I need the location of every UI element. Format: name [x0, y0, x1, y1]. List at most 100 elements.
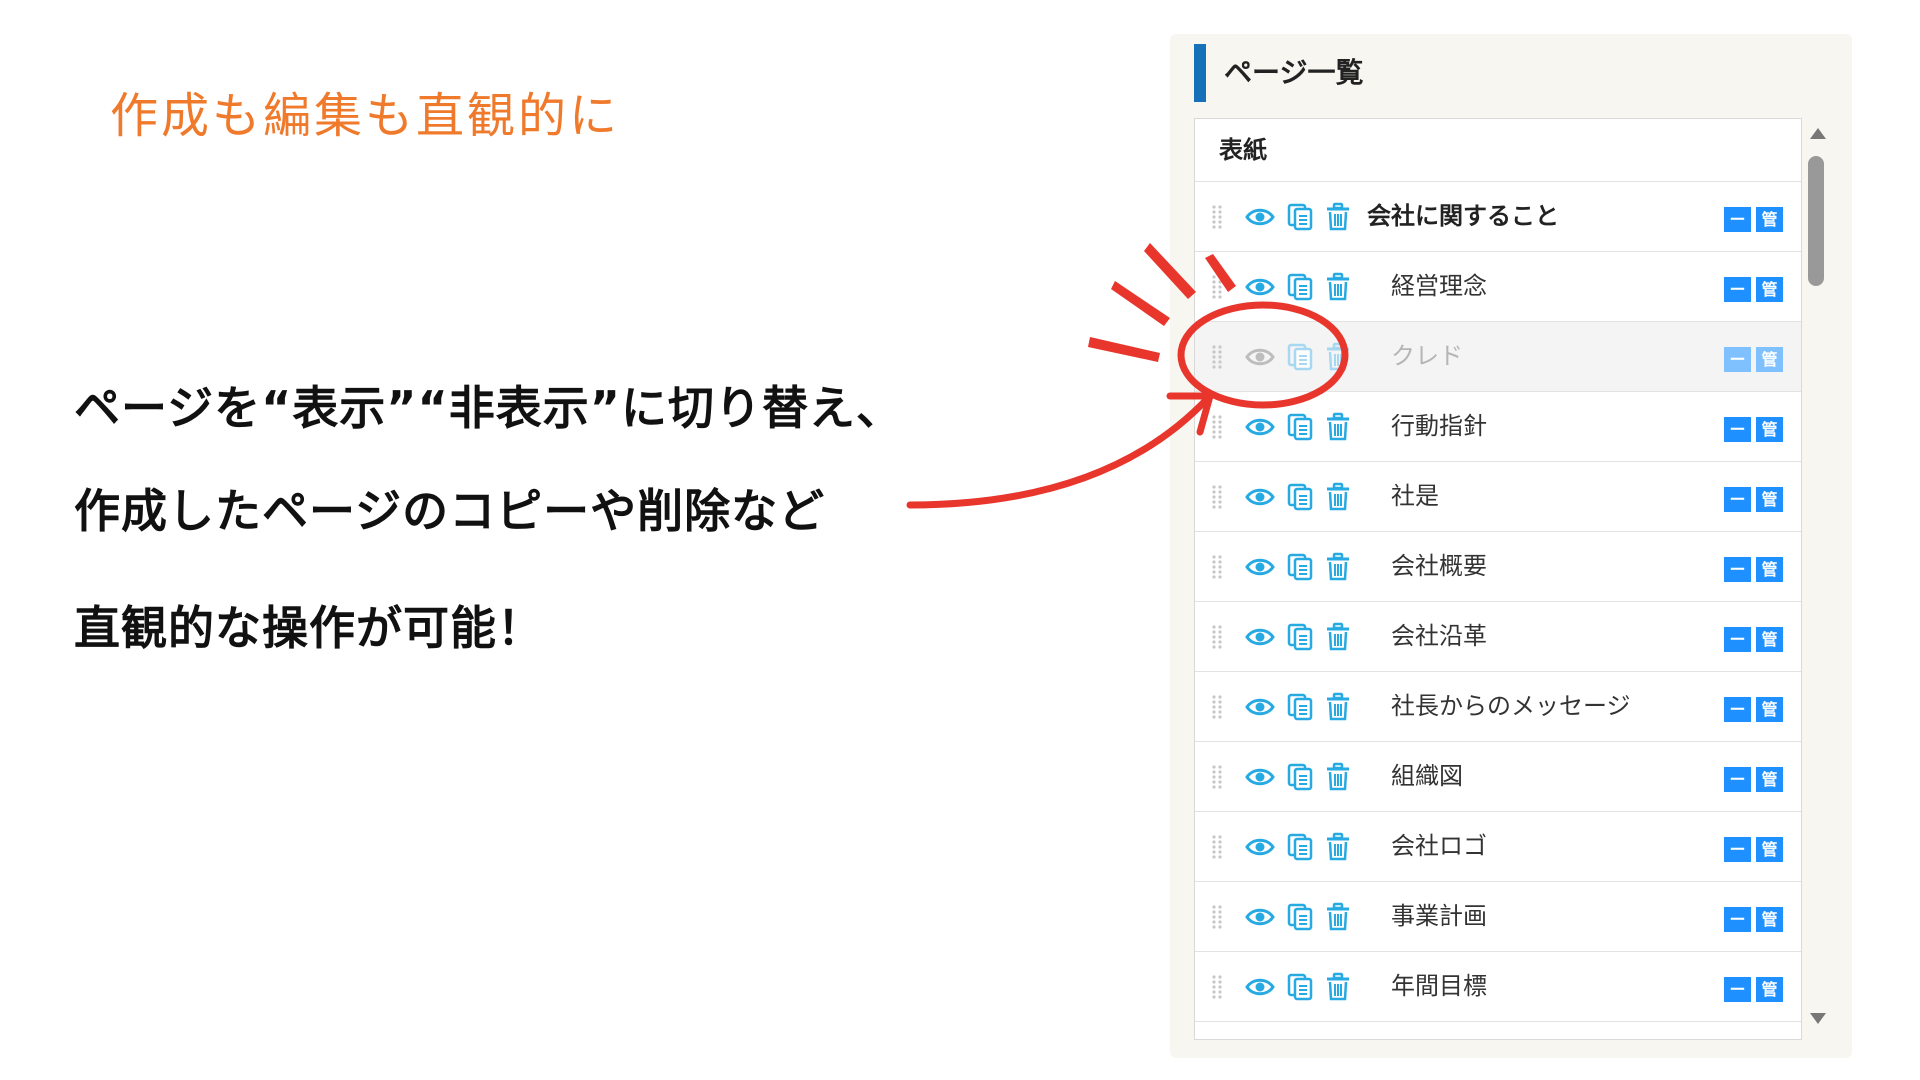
- page-row-label[interactable]: 社長からのメッセージ: [1391, 672, 1631, 741]
- trash-icon[interactable]: [1323, 622, 1353, 652]
- copy-icon[interactable]: [1285, 972, 1315, 1002]
- page-row-label[interactable]: 事業計画: [1391, 882, 1487, 951]
- manage-button[interactable]: 管: [1756, 767, 1783, 792]
- eye-icon[interactable]: [1245, 972, 1275, 1002]
- collapse-button[interactable]: ー: [1724, 767, 1751, 792]
- collapse-button[interactable]: ー: [1724, 977, 1751, 1002]
- manage-button[interactable]: 管: [1756, 977, 1783, 1002]
- drag-handle-icon[interactable]: [1211, 974, 1223, 1000]
- manage-button[interactable]: 管: [1756, 837, 1783, 862]
- drag-handle-icon[interactable]: [1211, 274, 1223, 300]
- page-row-label[interactable]: 組織図: [1391, 742, 1463, 811]
- drag-handle-icon[interactable]: [1211, 694, 1223, 720]
- page-row[interactable]: 社是 ー管: [1195, 462, 1801, 532]
- eye-icon[interactable]: [1245, 342, 1275, 372]
- collapse-button[interactable]: ー: [1724, 697, 1751, 722]
- trash-icon[interactable]: [1323, 552, 1353, 582]
- collapse-button[interactable]: ー: [1724, 487, 1751, 512]
- trash-icon[interactable]: [1323, 412, 1353, 442]
- eye-icon[interactable]: [1245, 202, 1275, 232]
- copy-icon[interactable]: [1285, 412, 1315, 442]
- drag-handle-icon[interactable]: [1211, 344, 1223, 370]
- scroll-down-icon[interactable]: [1810, 1013, 1826, 1024]
- scroll-up-icon[interactable]: [1810, 128, 1826, 139]
- trash-icon[interactable]: [1323, 482, 1353, 512]
- copy-icon[interactable]: [1285, 692, 1315, 722]
- eye-icon[interactable]: [1245, 272, 1275, 302]
- collapse-button[interactable]: ー: [1724, 207, 1751, 232]
- manage-button[interactable]: 管: [1756, 627, 1783, 652]
- page-row[interactable]: 年間目標 ー管: [1195, 952, 1801, 1022]
- page-row-label[interactable]: 会社沿革: [1391, 602, 1487, 671]
- page-row-label[interactable]: クレド: [1391, 322, 1463, 391]
- drag-handle-icon[interactable]: [1211, 554, 1223, 580]
- eye-icon[interactable]: [1245, 832, 1275, 862]
- collapse-button[interactable]: ー: [1724, 907, 1751, 932]
- page-row-label[interactable]: 経営理念: [1391, 252, 1487, 321]
- drag-handle-icon[interactable]: [1211, 834, 1223, 860]
- manage-button[interactable]: 管: [1756, 487, 1783, 512]
- page-row[interactable]: 経営理念 ー管: [1195, 252, 1801, 322]
- collapse-button[interactable]: ー: [1724, 837, 1751, 862]
- collapse-button[interactable]: ー: [1724, 347, 1751, 372]
- eye-icon[interactable]: [1245, 902, 1275, 932]
- manage-button[interactable]: 管: [1756, 697, 1783, 722]
- collapse-button[interactable]: ー: [1724, 557, 1751, 582]
- drag-handle-icon[interactable]: [1211, 484, 1223, 510]
- copy-icon[interactable]: [1285, 272, 1315, 302]
- copy-icon[interactable]: [1285, 622, 1315, 652]
- copy-icon[interactable]: [1285, 482, 1315, 512]
- page-row[interactable]: 社長からのメッセージ ー管: [1195, 672, 1801, 742]
- copy-icon[interactable]: [1285, 202, 1315, 232]
- copy-icon[interactable]: [1285, 762, 1315, 792]
- page-row-label[interactable]: 行動指針: [1391, 392, 1487, 461]
- copy-icon[interactable]: [1285, 832, 1315, 862]
- copy-icon[interactable]: [1285, 902, 1315, 932]
- page-row-label[interactable]: 会社ロゴ: [1391, 812, 1487, 881]
- page-row[interactable]: 会社に関すること ー管: [1195, 182, 1801, 252]
- scrollbar[interactable]: [1804, 118, 1832, 1038]
- manage-button[interactable]: 管: [1756, 347, 1783, 372]
- page-row[interactable]: 組織図 ー管: [1195, 742, 1801, 812]
- cover-row[interactable]: 表紙: [1195, 119, 1801, 182]
- drag-handle-icon[interactable]: [1211, 904, 1223, 930]
- page-row-label[interactable]: 会社に関すること: [1367, 182, 1559, 251]
- copy-icon[interactable]: [1285, 552, 1315, 582]
- manage-button[interactable]: 管: [1756, 417, 1783, 442]
- trash-icon[interactable]: [1323, 762, 1353, 792]
- manage-button[interactable]: 管: [1756, 207, 1783, 232]
- trash-icon[interactable]: [1323, 972, 1353, 1002]
- eye-icon[interactable]: [1245, 762, 1275, 792]
- trash-icon[interactable]: [1323, 202, 1353, 232]
- collapse-button[interactable]: ー: [1724, 627, 1751, 652]
- eye-icon[interactable]: [1245, 412, 1275, 442]
- page-row-label[interactable]: 社是: [1391, 462, 1439, 531]
- manage-button[interactable]: 管: [1756, 277, 1783, 302]
- page-row[interactable]: 会社ロゴ ー管: [1195, 812, 1801, 882]
- drag-handle-icon[interactable]: [1211, 414, 1223, 440]
- eye-icon[interactable]: [1245, 482, 1275, 512]
- collapse-button[interactable]: ー: [1724, 277, 1751, 302]
- trash-icon[interactable]: [1323, 902, 1353, 932]
- eye-icon[interactable]: [1245, 552, 1275, 582]
- page-row[interactable]: クレド ー管: [1195, 322, 1801, 392]
- trash-icon[interactable]: [1323, 342, 1353, 372]
- scroll-thumb[interactable]: [1808, 156, 1824, 286]
- page-row-label[interactable]: 会社概要: [1391, 532, 1487, 601]
- trash-icon[interactable]: [1323, 832, 1353, 862]
- page-row[interactable]: 事業計画 ー管: [1195, 882, 1801, 952]
- trash-icon[interactable]: [1323, 272, 1353, 302]
- drag-handle-icon[interactable]: [1211, 624, 1223, 650]
- drag-handle-icon[interactable]: [1211, 764, 1223, 790]
- eye-icon[interactable]: [1245, 692, 1275, 722]
- copy-icon[interactable]: [1285, 342, 1315, 372]
- page-row[interactable]: 行動指針 ー管: [1195, 392, 1801, 462]
- page-row[interactable]: 会社沿革 ー管: [1195, 602, 1801, 672]
- eye-icon[interactable]: [1245, 622, 1275, 652]
- page-row[interactable]: 会社概要 ー管: [1195, 532, 1801, 602]
- manage-button[interactable]: 管: [1756, 557, 1783, 582]
- collapse-button[interactable]: ー: [1724, 417, 1751, 442]
- page-row-label[interactable]: 年間目標: [1391, 952, 1487, 1021]
- manage-button[interactable]: 管: [1756, 907, 1783, 932]
- drag-handle-icon[interactable]: [1211, 204, 1223, 230]
